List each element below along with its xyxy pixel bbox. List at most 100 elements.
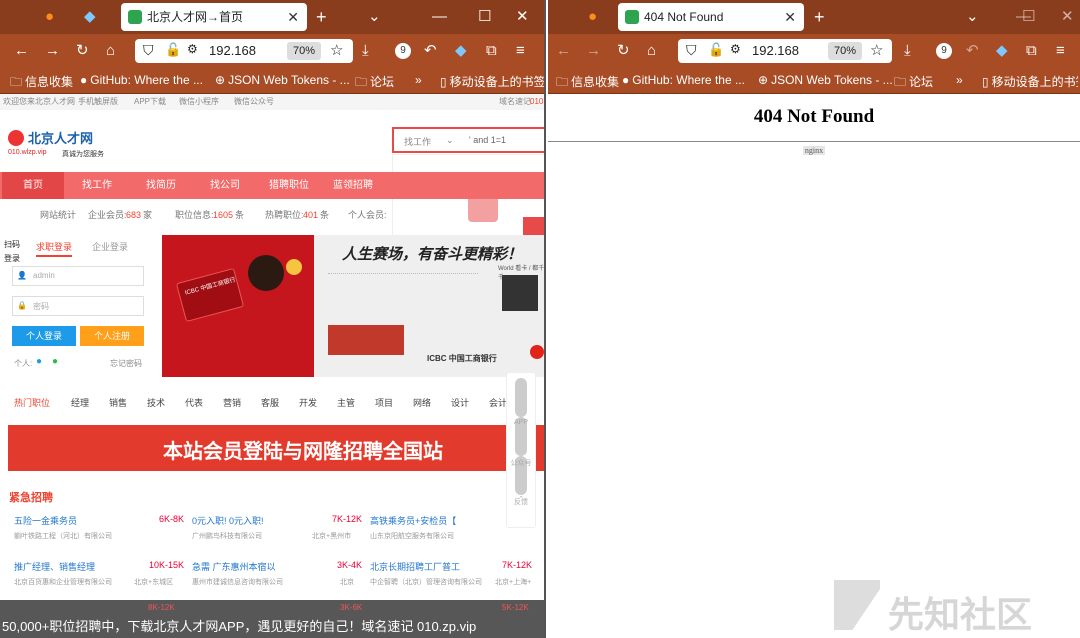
bookmark-star-icon[interactable]: ☆ [330, 41, 343, 59]
tab-company-login[interactable]: 企业登录 [92, 240, 128, 253]
list-tabs-icon[interactable]: ⌄ [368, 8, 381, 26]
extension-badge[interactable]: 9 [395, 43, 411, 59]
menu-headhunt[interactable]: 猎聘职位 [258, 172, 320, 199]
close-window-icon[interactable]: ✕ [516, 8, 529, 26]
reload-icon[interactable]: ↻ [76, 42, 89, 60]
menu-find-resume[interactable]: 找简历 [130, 172, 192, 199]
search-input[interactable]: ' and 1=1 [469, 135, 506, 145]
cat-tech[interactable]: 技术 [147, 396, 165, 409]
bookmark-folder-info[interactable]: 🗀 信息收集 [556, 73, 619, 94]
job-card[interactable]: 0元入职! 0元入职! 7K-12K 广州鹏鸟科技有限公司 北京+黑州市 [192, 514, 362, 554]
job-title[interactable]: 高铁乘务员+安检员【 [370, 514, 456, 527]
cat-hot[interactable]: 热门职位 [14, 396, 50, 409]
cat-design[interactable]: 设计 [451, 396, 469, 409]
personal-login-button[interactable]: 个人登录 [12, 326, 76, 346]
home-icon[interactable]: ⌂ [106, 42, 115, 60]
bookmarks-overflow-icon[interactable]: » [956, 73, 963, 87]
undo-icon[interactable]: ↶ [424, 42, 437, 60]
bookmark-jwt[interactable]: ⊕ JSON Web Tokens - ... [215, 73, 350, 87]
cat-network[interactable]: 网络 [413, 396, 431, 409]
back-icon[interactable]: ← [14, 42, 29, 60]
bookmark-github[interactable]: ● GitHub: Where the ... [80, 73, 203, 87]
job-title[interactable]: 急需 广东惠州本宿以 [192, 560, 276, 573]
job-title[interactable]: 五险一金乘务员 [14, 514, 77, 527]
job-card[interactable]: 推广经理、销售经理 10K-15K 北京百货惠和企业管理有限公司 北京+东城区 [14, 560, 184, 600]
back-icon[interactable]: ← [556, 42, 571, 60]
popup-button[interactable] [523, 217, 544, 237]
insecure-lock-icon[interactable]: 🔓 [165, 42, 181, 58]
permissions-icon[interactable]: ⚙ [730, 42, 741, 56]
maximize-icon[interactable]: ☐ [478, 8, 491, 26]
tab-404[interactable]: 404 Not Found ✕ [618, 3, 804, 31]
gem-extension-icon[interactable]: ◆ [996, 42, 1008, 60]
bookmark-github[interactable]: ● GitHub: Where the ... [622, 73, 745, 87]
menu-home[interactable]: 首页 [2, 172, 64, 199]
app-download-bar[interactable]: 8K-12K 3K-6K 5K-12K 50,000+职位招聘中，下载北京人才网… [0, 600, 544, 638]
extension-badge[interactable]: 9 [936, 43, 952, 59]
bookmark-mobile[interactable]: ▯移动设备上的书签 [440, 73, 544, 90]
sidebar-top[interactable]: ⌃ [507, 490, 535, 529]
downloads-icon[interactable]: ⤓ [904, 42, 911, 60]
extensions-icon[interactable]: ⧉ [486, 42, 497, 60]
cat-sales[interactable]: 销售 [109, 396, 127, 409]
menu-find-company[interactable]: 找公司 [194, 172, 256, 199]
topbar-wechat[interactable]: 微信公众号 [234, 94, 274, 110]
forward-icon[interactable]: → [45, 42, 60, 60]
shield-icon[interactable]: ⛉ [143, 42, 154, 59]
url-bar[interactable]: ⛉ 🔓 ⚙ 192.168 70% ☆ [678, 39, 892, 63]
password-input[interactable]: 🔒 密码 [12, 296, 144, 316]
sidebar-app[interactable]: APP [507, 373, 535, 426]
bookmark-forum[interactable]: 🗀 论坛 [355, 73, 394, 94]
cat-marketing[interactable]: 营销 [223, 396, 241, 409]
downloads-icon[interactable]: ⤓ [362, 42, 369, 60]
tab-beijing-rencai[interactable]: 北京人才网→首页 ✕ [121, 3, 307, 31]
gem-extension-icon[interactable]: ◆ [455, 42, 467, 60]
zoom-level[interactable]: 70% [828, 42, 863, 60]
job-card[interactable]: 高铁乘务员+安检员【 山东京阳航空服务有限公司 [370, 514, 510, 554]
topbar-miniprogram[interactable]: 微信小程序 [179, 94, 219, 110]
close-tab-icon[interactable]: ✕ [784, 3, 796, 31]
list-tabs-icon[interactable]: ⌄ [966, 8, 979, 26]
job-title[interactable]: 推广经理、销售经理 [14, 560, 95, 573]
firefox-icon[interactable]: ● [588, 8, 597, 26]
job-card[interactable]: 五险一金乘务员 6K-8K 躺叶铁路工程（河北）有限公司 [14, 514, 184, 554]
new-tab-icon[interactable]: + [814, 8, 825, 26]
bookmark-jwt[interactable]: ⊕ JSON Web Tokens - ... [758, 73, 893, 87]
topbar-mobile[interactable]: 手机触屏版 [78, 94, 118, 110]
cat-dev[interactable]: 开发 [299, 396, 317, 409]
chevron-down-icon[interactable]: ⌄ [446, 135, 454, 146]
forward-icon[interactable]: → [586, 42, 601, 60]
extensions-icon[interactable]: ⧉ [1026, 42, 1037, 60]
cat-service[interactable]: 客服 [261, 396, 279, 409]
cat-project[interactable]: 项目 [375, 396, 393, 409]
cat-rep[interactable]: 代表 [185, 396, 203, 409]
menu-icon[interactable]: ≡ [1056, 42, 1065, 60]
site-logo[interactable]: 北京人才网 010.wlzp.vip 真诚为您服务 [8, 128, 108, 164]
job-card[interactable]: 北京长期招聘工厂普工 7K-12K 中企智聘（北京）管理咨询有限公司 北京+上海+ [370, 560, 532, 600]
tab-jobseeker-login[interactable]: 求职登录 [36, 240, 73, 257]
job-card[interactable]: 急需 广东惠州本宿以 3K-4K 惠州市建诚信息咨询有限公司 北京 [192, 560, 362, 600]
url-bar[interactable]: ⛉ 🔓 ⚙ 192.168 70% ☆ [135, 39, 353, 63]
wechat-login-icon[interactable]: ● [52, 356, 58, 367]
bookmark-mobile[interactable]: ▯移动设备上的书签 [982, 73, 1078, 90]
reload-icon[interactable]: ↻ [617, 42, 630, 60]
job-title[interactable]: 0元入职! 0元入职! [192, 514, 264, 527]
forgot-password-link[interactable]: 忘记密码 [110, 358, 142, 369]
menu-bluecollar[interactable]: 蓝领招聘 [322, 172, 384, 199]
close-tab-icon[interactable]: ✕ [287, 3, 299, 31]
sidebar-wechat[interactable]: 公众号 [507, 412, 535, 467]
new-tab-icon[interactable]: + [316, 8, 327, 26]
close-window-icon[interactable]: ✕ [1061, 8, 1074, 26]
bookmarks-overflow-icon[interactable]: » [415, 73, 422, 87]
bank-card-banner[interactable]: ICBC 中国工商银行 人生赛场，有奋斗更精彩！ World 看卡 / 都千千 … [162, 235, 544, 377]
menu-find-job[interactable]: 找工作 [66, 172, 128, 199]
cat-accounting[interactable]: 会计 [489, 396, 507, 409]
personal-register-button[interactable]: 个人注册 [80, 326, 144, 346]
job-title[interactable]: 北京长期招聘工厂普工 [370, 560, 460, 573]
bookmark-folder-info[interactable]: 🗀 信息收集 [10, 73, 73, 94]
menu-icon[interactable]: ≡ [516, 42, 525, 60]
firefox-icon[interactable]: ● [45, 8, 54, 26]
extension-icon[interactable]: ◆ [84, 8, 96, 26]
bookmark-forum[interactable]: 🗀 论坛 [894, 73, 933, 94]
insecure-lock-icon[interactable]: 🔓 [708, 42, 724, 58]
